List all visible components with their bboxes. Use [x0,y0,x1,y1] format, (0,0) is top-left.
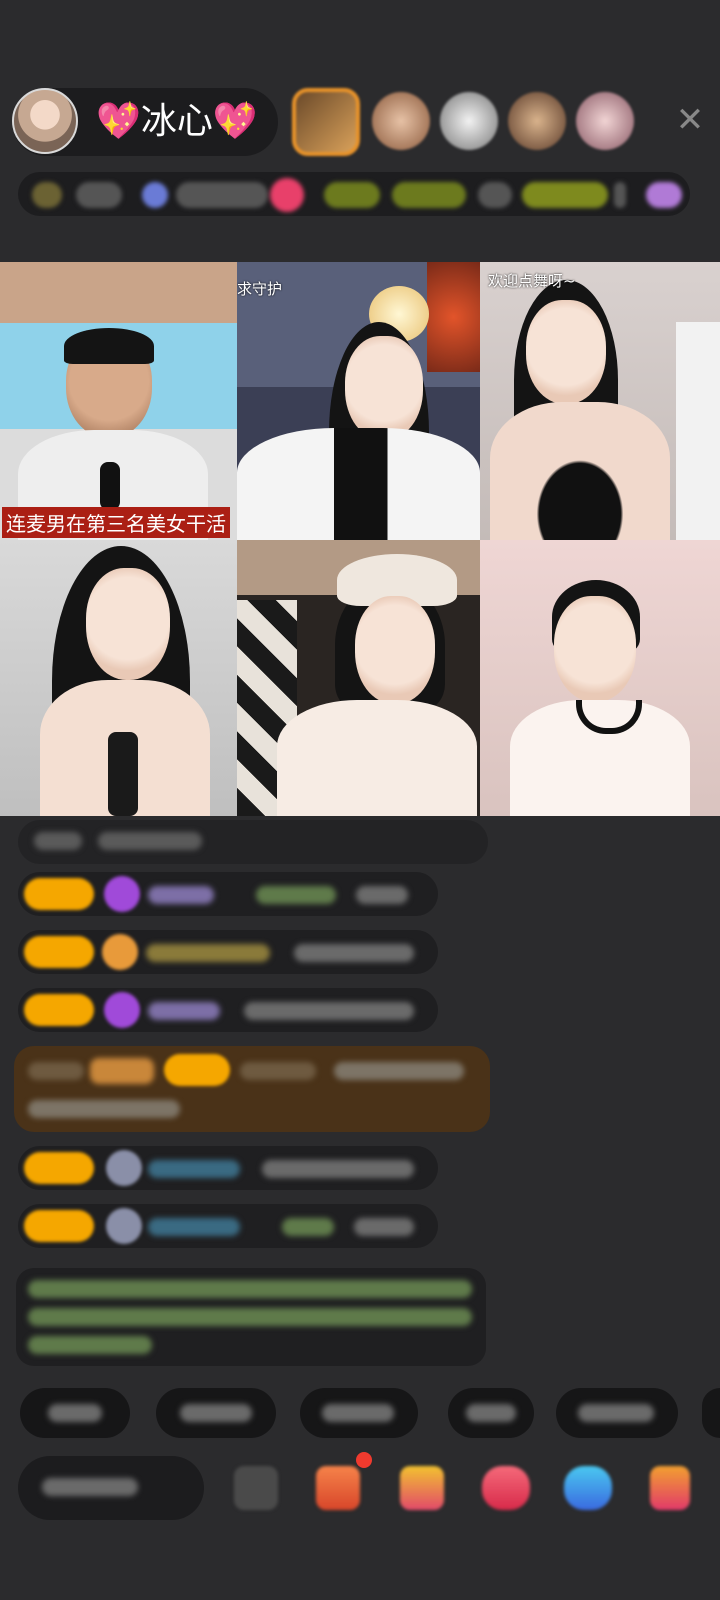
microphone [100,462,120,510]
quick-reply-chip[interactable] [556,1388,678,1438]
game-icon[interactable] [482,1466,530,1510]
viewer-avatar[interactable] [372,92,430,150]
top-viewer-avatar[interactable] [292,88,360,156]
info-text [76,182,122,208]
chat-text [34,832,82,850]
tile-tag: 求守护 [237,280,283,298]
chat-username [148,886,214,904]
viewer-avatar[interactable] [508,92,566,150]
video-tile-6[interactable] [480,540,720,816]
chat-text [282,1218,334,1236]
notice-text [28,1336,152,1354]
viewer-avatar[interactable] [576,92,634,150]
chat-text [334,1062,464,1080]
chat-text [256,886,336,904]
chat-text [98,832,202,850]
notice-text [28,1280,472,1298]
video-tile-2[interactable]: 求守护 [237,262,480,540]
quick-reply-chip[interactable] [20,1388,130,1438]
host-name: 💖冰心💖 [96,101,258,142]
gift-icon [90,1058,154,1084]
microphone [108,732,138,816]
chat-username [240,1062,316,1080]
video-tile-3[interactable]: 欢迎点舞呀~ [480,262,720,540]
gift-box-icon[interactable] [316,1466,360,1510]
video-tile-4[interactable] [0,540,237,816]
chat-text [294,944,414,962]
chat-text [354,1218,414,1236]
close-icon[interactable]: ✕ [672,102,708,138]
notification-dot [356,1452,372,1468]
level-badge [164,1054,230,1086]
level-badge [24,1210,94,1242]
chat-text [28,1062,84,1080]
chat-input-placeholder [42,1478,138,1496]
level-badge [24,994,94,1026]
video-tile-1[interactable]: 连麦男在第三名美女干活 [0,262,237,540]
fan-badge-icon [106,1208,142,1244]
chat-text [244,1002,414,1020]
multi-guest-video-grid: 连麦男在第三名美女干活 求守护 欢迎点舞呀~ [0,262,720,816]
level-badge [24,1152,94,1184]
host-avatar[interactable] [12,88,78,154]
fan-badge-icon [106,1150,142,1186]
info-text [392,182,466,208]
chat-username [148,1160,240,1178]
quick-reply-chip[interactable] [702,1388,720,1438]
chat-message[interactable] [18,820,488,864]
quick-reply-chip[interactable] [156,1388,276,1438]
chat-text [356,886,408,904]
info-text [176,182,268,208]
hot-icon [142,182,168,208]
viewer-avatar[interactable] [440,92,498,150]
quick-reply-chip[interactable] [448,1388,534,1438]
chat-username [148,1002,220,1020]
more-icon[interactable] [234,1466,278,1510]
rank-badge-icon [32,182,62,208]
quick-reply-chip[interactable] [300,1388,418,1438]
gift-icon[interactable] [650,1466,690,1510]
tile-caption: 连麦男在第三名美女干活 [2,507,230,538]
chat-text [262,1160,414,1178]
gift-announcement[interactable] [14,1046,490,1132]
notice-text [28,1308,472,1326]
info-text [478,182,512,208]
chat-text [28,1100,180,1118]
chat-username [148,1218,240,1236]
level-badge [24,878,94,910]
fan-badge-icon [646,182,682,208]
message-icon[interactable] [564,1466,612,1510]
gem-badge-icon [104,876,140,912]
gift-icon [270,178,304,212]
chat-username [146,944,270,962]
info-text [614,182,626,208]
info-text [522,182,608,208]
gem-badge-icon [104,992,140,1028]
fan-badge-icon [102,934,138,970]
level-badge [24,936,94,968]
info-text [324,182,380,208]
video-tile-5[interactable] [237,540,480,816]
lucky-bag-icon[interactable] [400,1466,444,1510]
tile-tag: 欢迎点舞呀~ [488,272,576,290]
